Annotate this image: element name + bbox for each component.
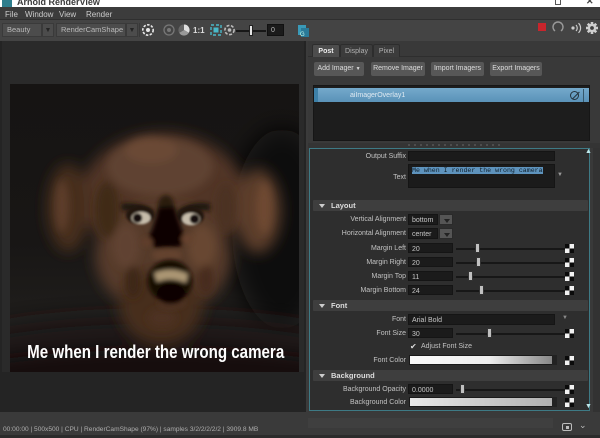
svg-text:1:1: 1:1 <box>193 26 205 35</box>
svg-text:G: G <box>300 32 305 38</box>
